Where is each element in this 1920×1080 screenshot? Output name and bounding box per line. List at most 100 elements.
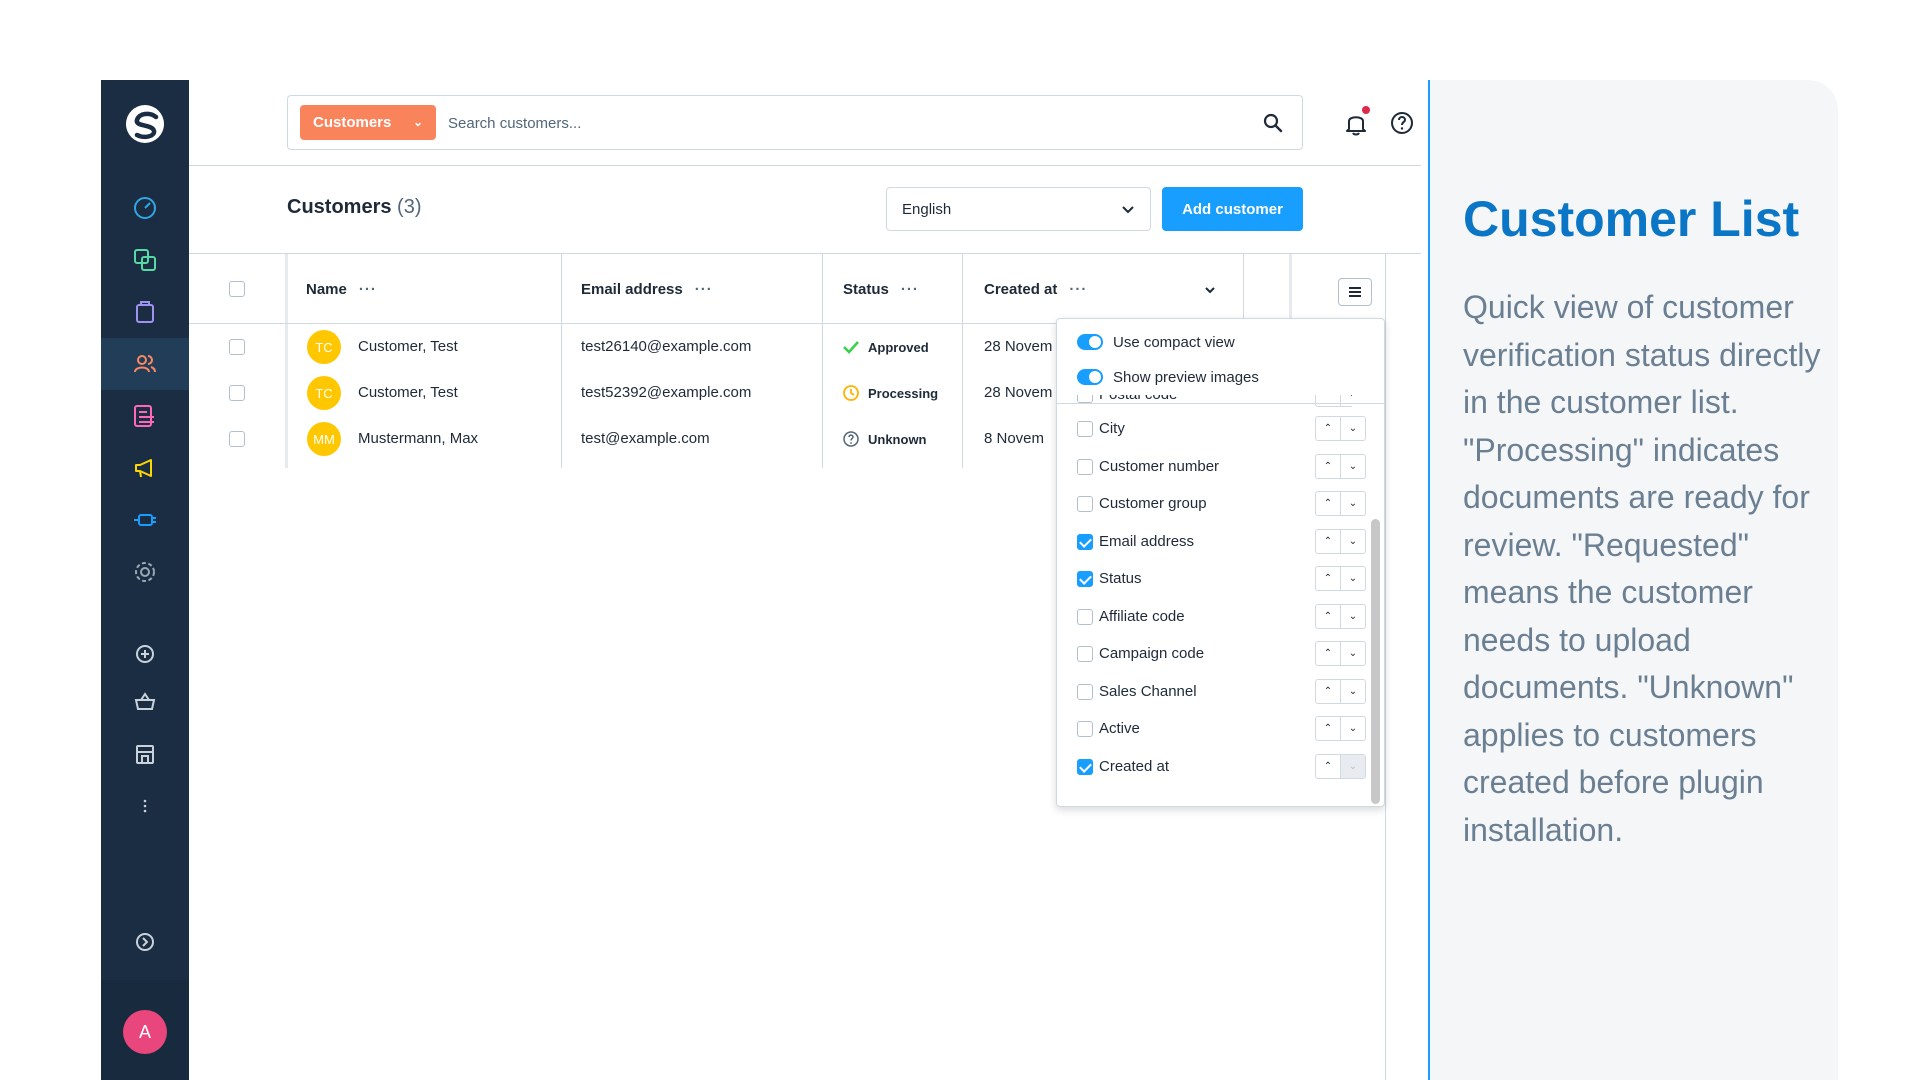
- move-up-icon[interactable]: ⌃: [1316, 680, 1340, 703]
- extensions-icon[interactable]: [101, 494, 189, 546]
- column-row[interactable]: Customer number ⌃ ⌄: [1077, 452, 1366, 482]
- column-row[interactable]: Email address ⌃ ⌄: [1077, 527, 1366, 557]
- move-up-icon[interactable]: ⌃: [1316, 605, 1340, 628]
- column-options-icon[interactable]: ···: [695, 281, 713, 298]
- move-down-icon[interactable]: ⌄: [1340, 454, 1365, 478]
- chevron-down-icon: ⌄: [412, 115, 423, 129]
- column-header-name[interactable]: Name ···: [306, 254, 377, 324]
- column-row-partial[interactable]: Postal code ⌃⌄: [1077, 395, 1352, 413]
- search-icon[interactable]: [1262, 112, 1284, 134]
- column-row[interactable]: Created at ⌃ ⌄: [1077, 752, 1366, 782]
- column-checkbox[interactable]: [1077, 421, 1093, 437]
- column-checkbox[interactable]: [1077, 646, 1093, 662]
- customer-name[interactable]: Customer, Test: [358, 338, 458, 355]
- row-checkbox[interactable]: [229, 431, 245, 447]
- move-up-icon[interactable]: ⌃: [1316, 395, 1340, 406]
- marketing-icon[interactable]: [101, 442, 189, 494]
- column-checkbox[interactable]: [1077, 721, 1093, 737]
- column-checkbox[interactable]: [1077, 608, 1093, 625]
- preview-images-toggle[interactable]: [1077, 369, 1103, 385]
- move-down-icon[interactable]: ⌄: [1340, 717, 1365, 740]
- catalogue-icon[interactable]: [101, 234, 189, 286]
- move-down-icon[interactable]: ⌄: [1340, 417, 1365, 440]
- column-header-email[interactable]: Email address ···: [581, 254, 713, 324]
- customer-email: test26140@example.com: [581, 338, 752, 355]
- column-row[interactable]: Status ⌃ ⌄: [1077, 564, 1366, 594]
- column-checkbox[interactable]: [1077, 571, 1093, 587]
- customer-name[interactable]: Mustermann, Max: [358, 430, 478, 447]
- avatar: TC: [307, 330, 341, 364]
- column-checkbox[interactable]: [1077, 395, 1093, 403]
- storefront-icon[interactable]: [101, 728, 189, 780]
- dashboard-icon[interactable]: [101, 182, 189, 234]
- search-type-dropdown[interactable]: Customers ⌄: [300, 105, 436, 140]
- row-checkbox[interactable]: [229, 339, 245, 355]
- move-down-icon[interactable]: ⌄: [1340, 604, 1365, 628]
- sidebar: A: [101, 80, 189, 1080]
- row-checkbox[interactable]: [229, 385, 245, 401]
- move-up-icon[interactable]: ⌃: [1316, 717, 1340, 740]
- column-label: Affiliate code: [1099, 607, 1185, 625]
- move-down-icon[interactable]: ⌄: [1340, 529, 1365, 553]
- move-up-icon[interactable]: ⌃: [1316, 755, 1340, 778]
- status-label: Unknown: [868, 431, 927, 447]
- scrollbar-thumb[interactable]: [1371, 519, 1380, 804]
- language-select[interactable]: English: [886, 187, 1151, 231]
- column-header-created[interactable]: Created at ···: [984, 254, 1087, 324]
- column-options-icon[interactable]: ···: [901, 281, 919, 298]
- column-checkbox[interactable]: [1077, 683, 1093, 700]
- column-checkbox[interactable]: [1077, 758, 1093, 775]
- move-up-icon[interactable]: ⌃: [1316, 492, 1340, 515]
- reorder-buttons: ⌃⌄: [1315, 528, 1366, 554]
- move-up-icon[interactable]: ⌃: [1316, 455, 1340, 478]
- select-all-checkbox[interactable]: [229, 281, 245, 297]
- column-settings-button[interactable]: [1338, 278, 1372, 306]
- language-select-value: English: [902, 200, 952, 218]
- column-options-icon[interactable]: ···: [1069, 281, 1087, 298]
- move-down-icon[interactable]: ⌄: [1340, 679, 1365, 703]
- column-row[interactable]: Sales Channel ⌃ ⌄: [1077, 677, 1366, 707]
- move-down-icon[interactable]: ⌄: [1340, 754, 1365, 778]
- column-row[interactable]: Affiliate code ⌃ ⌄: [1077, 602, 1366, 632]
- sort-chevron-icon[interactable]: [1203, 283, 1217, 297]
- move-up-icon[interactable]: ⌃: [1316, 530, 1340, 553]
- customer-name[interactable]: Customer, Test: [358, 384, 458, 401]
- basket-icon[interactable]: [101, 676, 189, 728]
- status-badge: Processing: [842, 384, 938, 402]
- column-checkbox[interactable]: [1077, 458, 1093, 475]
- more-icon[interactable]: [101, 780, 189, 832]
- shopware-logo-icon[interactable]: [123, 102, 167, 146]
- column-checkbox[interactable]: [1077, 533, 1093, 550]
- reorder-buttons: ⌃⌄: [1315, 566, 1366, 591]
- move-up-icon[interactable]: ⌃: [1316, 642, 1340, 665]
- preview-images-toggle-row[interactable]: Show preview images: [1077, 366, 1259, 388]
- settings-icon[interactable]: [101, 546, 189, 598]
- move-down-icon[interactable]: ⌄: [1340, 395, 1352, 406]
- add-customer-button[interactable]: Add customer: [1162, 187, 1303, 231]
- column-row[interactable]: Active ⌃ ⌄: [1077, 714, 1366, 744]
- move-up-icon[interactable]: ⌃: [1316, 567, 1340, 590]
- expand-icon[interactable]: [101, 916, 189, 968]
- help-icon[interactable]: [1389, 110, 1415, 136]
- search-input[interactable]: [448, 112, 1228, 134]
- column-label: Status: [1099, 570, 1142, 587]
- customers-icon[interactable]: [101, 338, 189, 390]
- move-down-icon[interactable]: ⌄: [1340, 567, 1365, 590]
- move-up-icon[interactable]: ⌃: [1316, 417, 1340, 440]
- column-row[interactable]: Customer group ⌃ ⌄: [1077, 489, 1366, 519]
- created-at: 28 Novem: [984, 338, 1053, 355]
- add-circle-icon[interactable]: [101, 628, 189, 680]
- compact-view-toggle-row[interactable]: Use compact view: [1077, 331, 1235, 353]
- column-row[interactable]: Campaign code ⌃ ⌄: [1077, 639, 1366, 669]
- user-avatar[interactable]: A: [123, 1010, 167, 1054]
- orders-icon[interactable]: [101, 286, 189, 338]
- move-down-icon[interactable]: ⌄: [1340, 642, 1365, 665]
- compact-view-toggle[interactable]: [1077, 334, 1103, 350]
- content-icon[interactable]: [101, 390, 189, 442]
- column-row[interactable]: City ⌃ ⌄: [1077, 414, 1366, 444]
- column-header-status[interactable]: Status ···: [843, 254, 919, 324]
- search-type-label: Customers: [313, 114, 392, 131]
- column-options-icon[interactable]: ···: [359, 281, 377, 298]
- move-down-icon[interactable]: ⌄: [1340, 492, 1365, 515]
- column-checkbox[interactable]: [1077, 496, 1093, 512]
